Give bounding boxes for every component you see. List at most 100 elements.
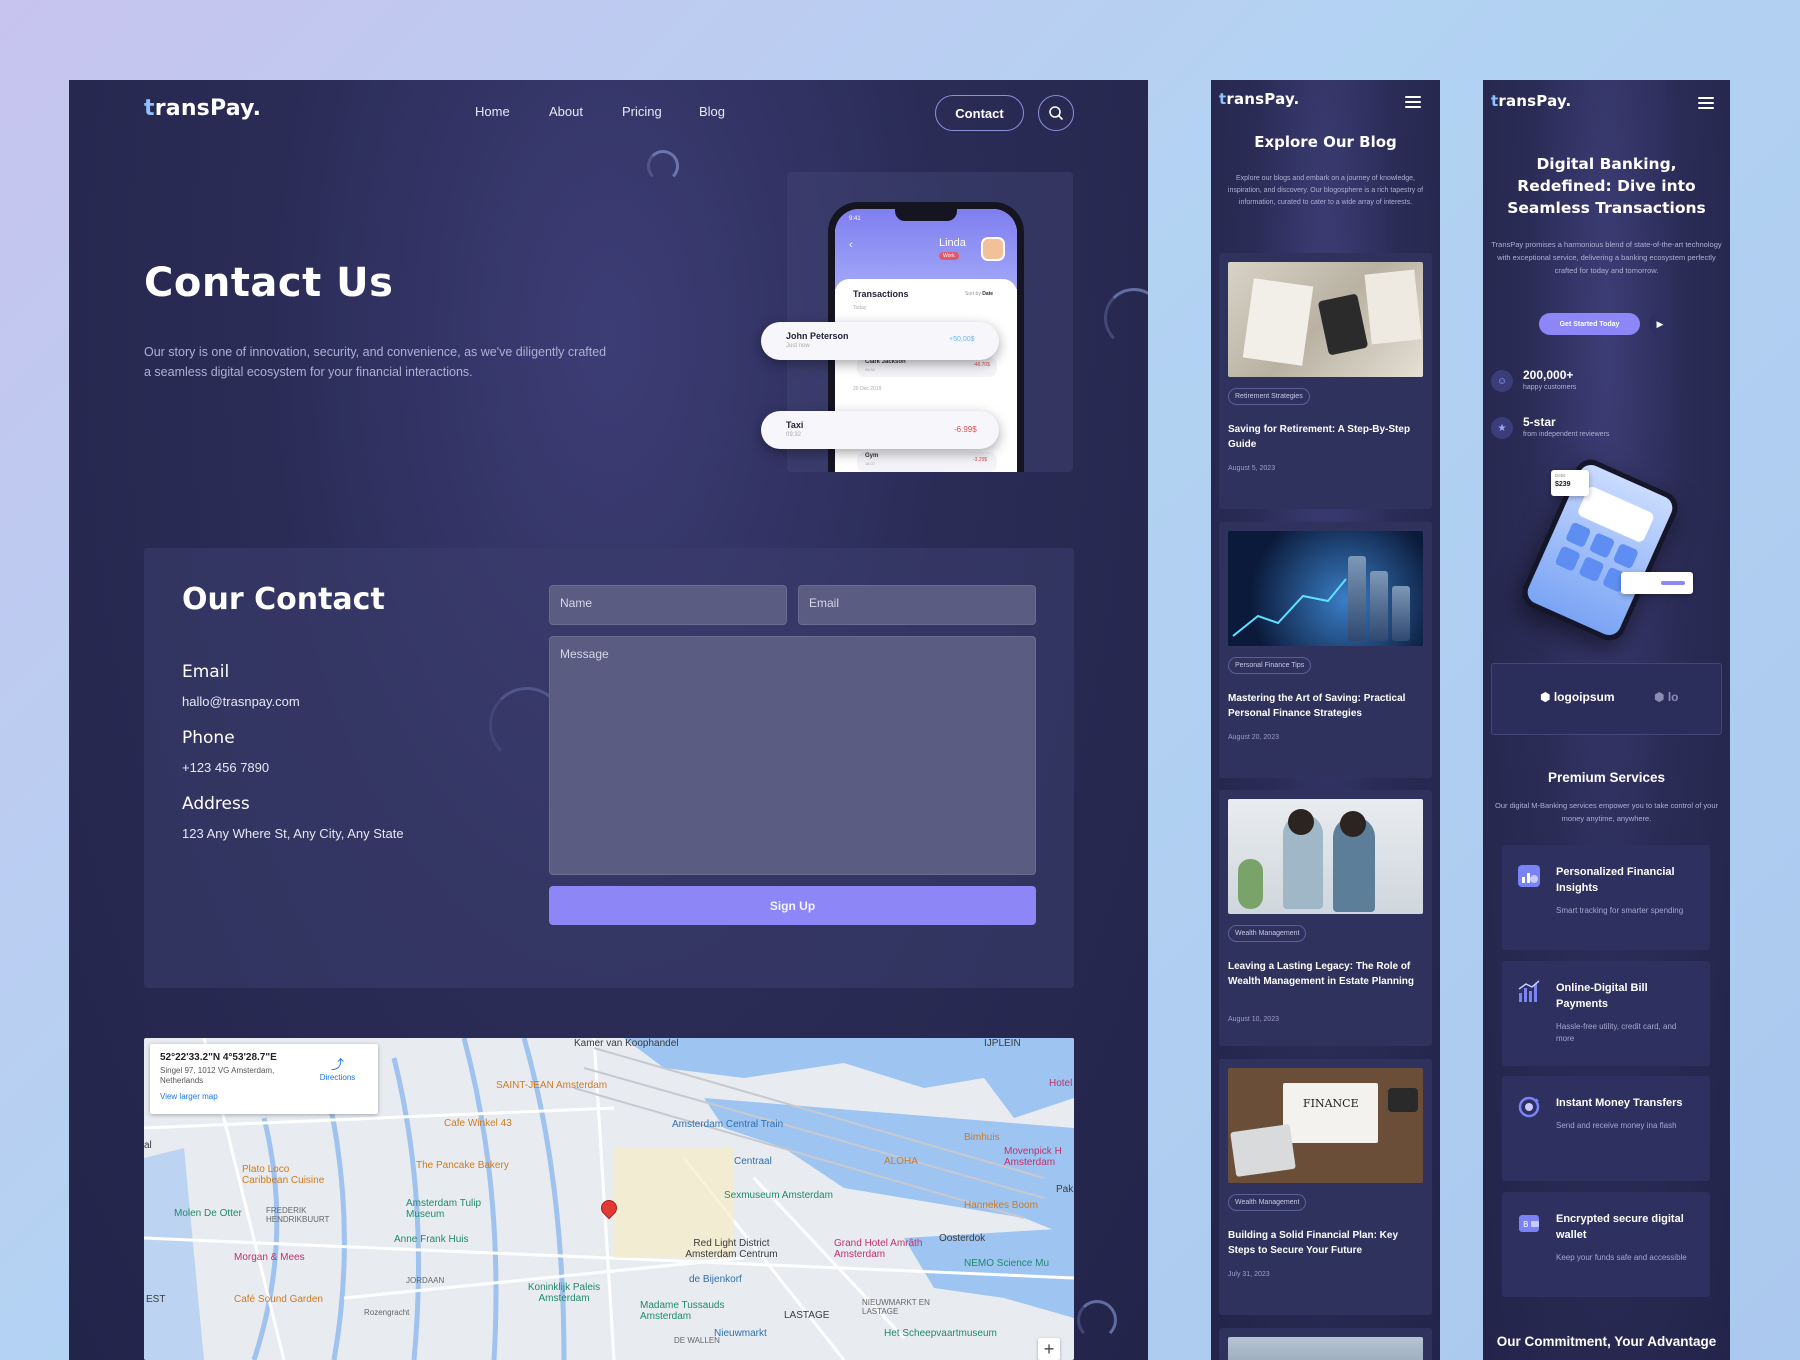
blog-post-date: August 20, 2023: [1228, 734, 1279, 741]
blog-tag[interactable]: Retirement Strategies: [1228, 388, 1310, 405]
get-started-button[interactable]: Get Started Today: [1539, 313, 1640, 335]
mobile-blog-page: transPay. Explore Our Blog Explore our b…: [1211, 80, 1440, 1360]
sign-up-button[interactable]: Sign Up: [549, 886, 1036, 925]
blog-tag[interactable]: Personal Finance Tips: [1228, 657, 1312, 674]
phone-value[interactable]: +123 456 7890: [182, 760, 269, 775]
blog-post-title[interactable]: Saving for Retirement: A Step-By-Step Gu…: [1228, 423, 1423, 452]
blog-card[interactable]: Wealth Management Leaving a Lasting Lega…: [1219, 790, 1432, 1046]
commitment-title: Our Commitment, Your Advantage: [1496, 1334, 1717, 1349]
partner-logo: logoipsum: [1553, 690, 1615, 704]
contact-button[interactable]: Contact: [935, 95, 1024, 131]
blog-post-title[interactable]: Leaving a Lasting Legacy: The Role of We…: [1228, 960, 1423, 989]
email-value[interactable]: hallo@trasnpay.com: [182, 694, 300, 709]
nav-about[interactable]: About: [549, 104, 583, 119]
nav-pricing[interactable]: Pricing: [622, 104, 662, 119]
service-title: Personalized Financial Insights: [1556, 866, 1675, 894]
search-button[interactable]: [1038, 95, 1074, 131]
transaction-time: Just now: [786, 343, 810, 349]
date-label: 20 Dec 2019: [853, 386, 882, 392]
transaction-row[interactable]: Taxi 09:32 -6.99$: [761, 411, 999, 449]
service-description: Smart tracking for smarter spending: [1556, 906, 1684, 915]
logo[interactable]: transPay.: [1491, 92, 1571, 110]
map-label: Amsterdam Central Train: [672, 1119, 784, 1130]
map-label: Molen De Otter: [174, 1208, 242, 1219]
view-larger-map-link[interactable]: View larger map: [160, 1092, 368, 1101]
phone-label: Phone: [182, 728, 235, 748]
decorative-bubble: [1077, 1300, 1117, 1340]
desktop-contact-page: transPay. Home About Pricing Blog Contac…: [69, 80, 1148, 1360]
blog-title: Explore Our Blog: [1254, 133, 1397, 151]
floating-card: [1621, 572, 1693, 594]
blog-post-title[interactable]: Mastering the Art of Saving: Practical P…: [1228, 692, 1423, 721]
decorative-bubble: [647, 150, 679, 182]
service-card[interactable]: Instant Money Transfers Send and receive…: [1502, 1076, 1710, 1181]
map-label: Anne Frank Huis: [394, 1234, 469, 1245]
map-label: al: [144, 1140, 152, 1151]
sort-label: Sort by: [965, 291, 981, 297]
service-card[interactable]: Online-Digital Bill Payments Hassle-free…: [1502, 961, 1710, 1066]
service-title: Online-Digital Bill Payments: [1556, 982, 1648, 1010]
play-video-button[interactable]: ▶: [1649, 313, 1671, 335]
decorative-bubble: [1104, 288, 1148, 348]
stat-rating-value: 5-star: [1523, 415, 1556, 429]
transaction-name: Taxi: [786, 420, 804, 430]
map-label: Oosterdok: [939, 1233, 986, 1244]
map-label: ALOHA: [884, 1156, 918, 1167]
blog-card[interactable]: Personal Finance Tips Mastering the Art …: [1219, 522, 1432, 778]
search-icon: [1049, 106, 1064, 121]
map-label: de Bijenkorf: [689, 1274, 742, 1285]
transaction-amount: -46.70$: [973, 362, 990, 368]
map-label: NIEUWMARKT EN LASTAGE: [862, 1298, 930, 1316]
nav-blog[interactable]: Blog: [699, 104, 725, 119]
map-label: Morgan & Mees: [234, 1252, 305, 1263]
sort-value[interactable]: Date: [982, 291, 993, 297]
star-award-icon: ★: [1491, 417, 1513, 439]
hero-title: Digital Banking, Redefined: Dive into Se…: [1507, 155, 1706, 217]
service-card[interactable]: Personalized Financial Insights Smart tr…: [1502, 845, 1710, 950]
location-map[interactable]: 52°22'33.2"N 4°53'28.7"E Singel 97, 1012…: [144, 1038, 1074, 1360]
blog-card[interactable]: FINANCE Wealth Management Building a Sol…: [1219, 1059, 1432, 1315]
map-label: DE WALLEN: [674, 1336, 720, 1345]
hero-description: TransPay promises a harmonious blend of …: [1491, 240, 1722, 275]
service-description: Send and receive money ina flash: [1556, 1121, 1677, 1130]
hamburger-menu-icon[interactable]: [1698, 94, 1714, 112]
logo[interactable]: transPay.: [144, 96, 261, 121]
email-field[interactable]: Email: [798, 585, 1036, 625]
map-label: FREDERIK HENDRIKBUURT: [266, 1206, 330, 1224]
directions-button[interactable]: ⤴ Directions: [310, 1054, 365, 1082]
map-label: IJPLEIN: [984, 1038, 1021, 1049]
blog-card[interactable]: [1219, 1328, 1432, 1360]
name-field[interactable]: Name: [549, 585, 787, 625]
directions-icon: ⤴: [330, 1057, 344, 1072]
map-label: JORDAAN: [406, 1276, 445, 1285]
service-card[interactable]: B Encrypted secure digital wallet Keep y…: [1502, 1192, 1710, 1297]
app-phone-mockup: [1517, 454, 1683, 646]
logo[interactable]: transPay.: [1219, 90, 1299, 108]
map-label: Hannekes Boom: [964, 1200, 1038, 1211]
transaction-time: 18:07: [865, 461, 876, 466]
phone-user-name: Linda: [939, 237, 966, 249]
blog-tag[interactable]: Wealth Management: [1228, 925, 1307, 942]
transaction-row[interactable]: John Peterson Just now +50,00$: [761, 322, 999, 360]
floating-card: Debit $239: [1551, 470, 1589, 496]
blog-post-date: August 10, 2023: [1228, 1016, 1279, 1023]
nav-home[interactable]: Home: [475, 104, 510, 119]
stat-rating-label: from independent reviewers: [1523, 431, 1610, 438]
blog-post-date: July 31, 2023: [1228, 1271, 1270, 1278]
transaction-time: 09:32: [786, 432, 802, 438]
hamburger-menu-icon[interactable]: [1405, 93, 1421, 111]
blog-post-title[interactable]: Building a Solid Financial Plan: Key Ste…: [1228, 1229, 1423, 1258]
map-info-card: 52°22'33.2"N 4°53'28.7"E Singel 97, 1012…: [150, 1044, 378, 1114]
blog-card[interactable]: Retirement Strategies Saving for Retirem…: [1219, 253, 1432, 509]
today-label: Today: [853, 305, 867, 311]
transactions-title: Transactions: [853, 289, 909, 299]
zoom-in-button[interactable]: +: [1038, 1338, 1060, 1360]
card-amount: $239: [1555, 481, 1571, 488]
phone-time: 9:41: [849, 216, 861, 222]
back-icon: ‹: [849, 239, 853, 251]
map-label: Sexmuseum Amsterdam: [724, 1190, 833, 1201]
blog-tag[interactable]: Wealth Management: [1228, 1194, 1307, 1211]
map-label: Movenpick H Amsterdam: [1004, 1146, 1062, 1168]
message-field[interactable]: Message: [549, 636, 1036, 875]
map-label: Grand Hotel Amrâth Amsterdam: [834, 1238, 923, 1260]
